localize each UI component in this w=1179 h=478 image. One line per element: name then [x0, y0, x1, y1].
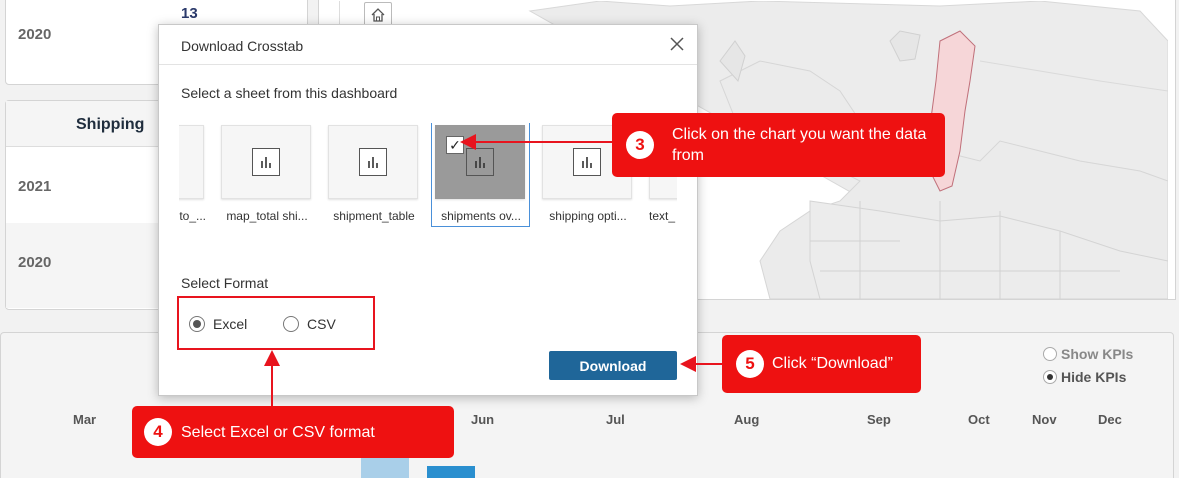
show-kpis-radio[interactable] — [1043, 347, 1057, 361]
hide-kpis-radio[interactable] — [1043, 370, 1057, 384]
format-prompt: Select Format — [181, 275, 269, 291]
callout-step-3: 3 Click on the chart you want the data f… — [612, 113, 945, 177]
month-label: Jun — [471, 412, 495, 427]
thumbnail-box[interactable] — [221, 125, 311, 199]
sheet-label: text_ — [649, 209, 676, 223]
month-label: Nov — [1032, 412, 1057, 427]
sheet-label: to_... — [179, 209, 206, 223]
sheet-thumbnail[interactable]: map_total shi... — [221, 123, 313, 231]
callout-step-4: 4 Select Excel or CSV format — [132, 406, 454, 458]
show-kpis-label: Show KPIs — [1061, 346, 1134, 362]
bar-chart-icon — [573, 148, 601, 176]
chart-bar — [427, 466, 475, 478]
sheet-thumbnail-selected[interactable]: ✓ shipments ov... — [431, 123, 530, 231]
callout-step-5: 5 Click “Download” — [722, 335, 921, 393]
card-title: Shipping — [76, 116, 145, 133]
bar-chart-icon — [252, 148, 280, 176]
year-label: 2020 — [18, 26, 52, 43]
year-label: 2021 — [18, 178, 52, 195]
month-label: Sep — [867, 412, 891, 427]
bar-chart-icon — [466, 148, 494, 176]
kpi-value: 13 — [181, 5, 198, 22]
show-kpis-option[interactable]: Show KPIs — [1043, 346, 1133, 362]
sheet-prompt: Select a sheet from this dashboard — [181, 85, 398, 101]
month-label: Jul — [606, 412, 625, 427]
checkmark-icon: ✓ — [446, 136, 464, 154]
step-badge: 4 — [144, 418, 172, 446]
callout-text: Click on the chart you want the data fro… — [672, 126, 927, 164]
dialog-header: Download Crosstab — [159, 25, 697, 65]
step-badge: 3 — [626, 131, 654, 159]
month-label: Mar — [73, 412, 97, 427]
hide-kpis-option[interactable]: Hide KPIs — [1043, 369, 1126, 385]
close-icon[interactable] — [667, 34, 687, 54]
sheet-label: map_total shi... — [226, 209, 308, 223]
bar-chart-icon — [359, 148, 387, 176]
download-button[interactable]: Download — [549, 351, 677, 380]
thumbnail-box[interactable] — [179, 125, 204, 199]
sheet-thumbnail-strip[interactable]: to_... map_total shi... shipment_table ✓… — [179, 123, 677, 235]
home-icon — [371, 8, 385, 22]
step-badge: 5 — [736, 350, 764, 378]
month-label: Oct — [968, 412, 990, 427]
hide-kpis-label: Hide KPIs — [1061, 369, 1127, 385]
callout-text: Click “Download” — [772, 355, 893, 372]
sheet-label: shipment_table — [333, 209, 415, 223]
sheet-thumbnail[interactable]: to_... — [179, 123, 206, 231]
sheet-label: shipping opti... — [549, 209, 627, 223]
thumbnail-box[interactable] — [328, 125, 418, 199]
chart-bar — [361, 458, 409, 478]
month-label: Aug — [734, 412, 760, 427]
callout-text: Select Excel or CSV format — [181, 424, 375, 441]
year-label: 2020 — [18, 254, 52, 271]
sheet-label: shipments ov... — [441, 209, 521, 223]
dialog-title: Download Crosstab — [181, 38, 304, 54]
thumbnail-box[interactable]: ✓ — [435, 125, 525, 199]
month-label: Dec — [1098, 412, 1122, 427]
format-highlight-box — [177, 296, 375, 350]
sheet-thumbnail[interactable]: shipment_table — [328, 123, 420, 231]
